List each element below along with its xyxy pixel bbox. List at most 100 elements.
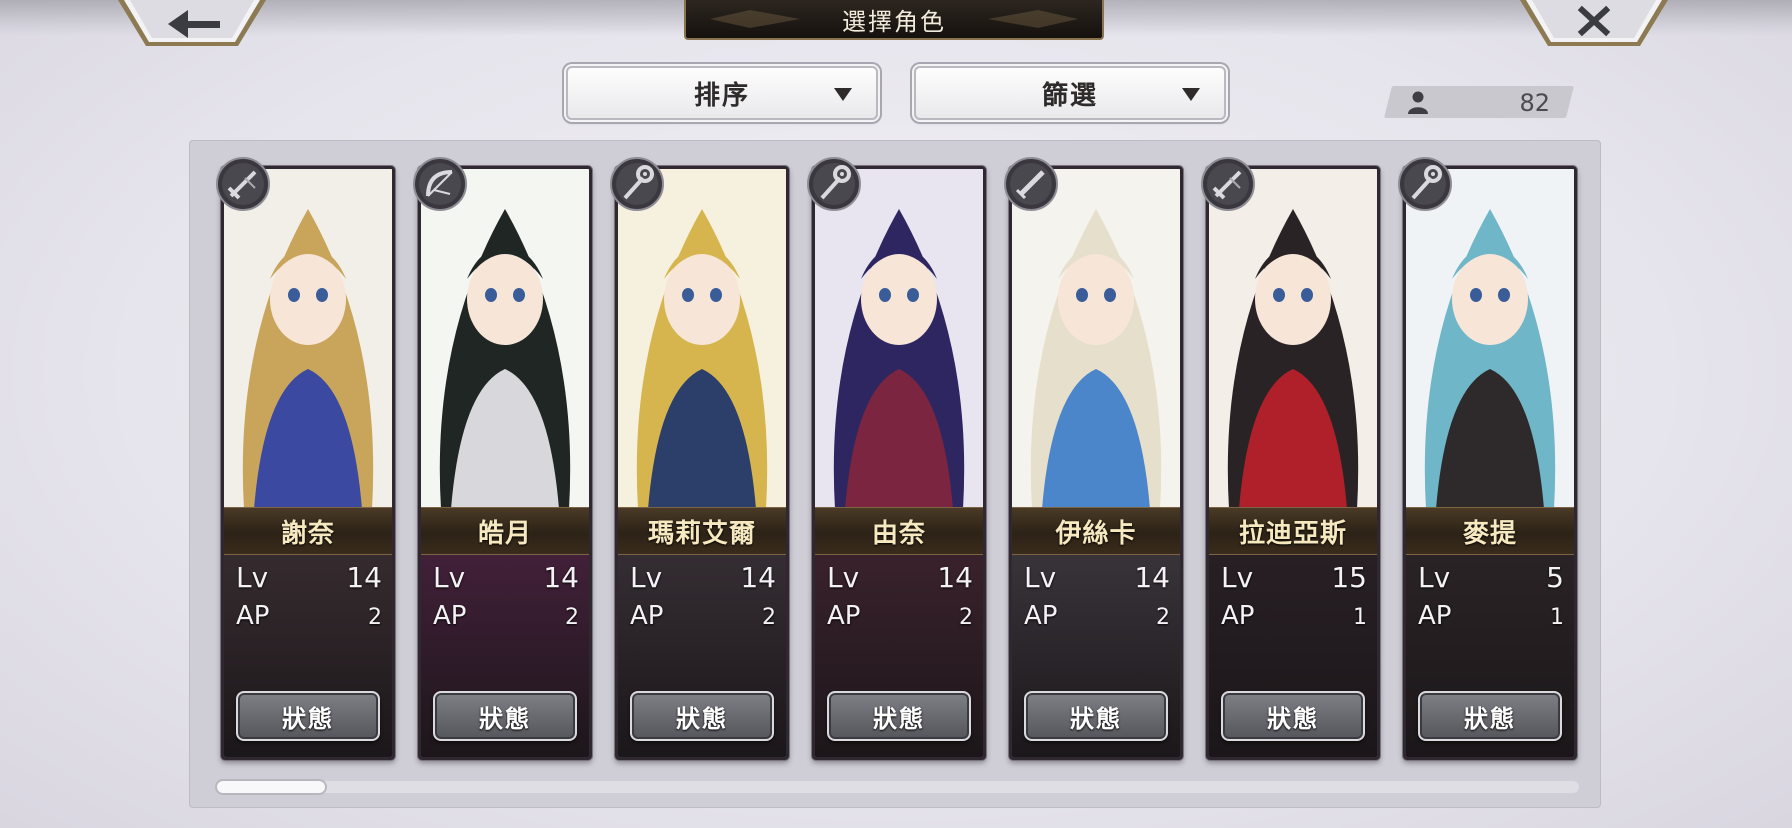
status-button-label: 狀態 [479,703,531,733]
ap-label: AP [630,601,664,631]
character-card[interactable]: 拉迪亞斯 Lv 15 AP 1 狀態 [1206,166,1380,760]
status-button[interactable]: 狀態 [1024,691,1168,741]
chevron-down-icon [834,88,852,101]
ap-label: AP [1024,601,1058,631]
level-row: Lv 15 [1221,561,1367,595]
ap-row: AP 1 [1418,601,1564,635]
status-button-label: 狀態 [282,703,334,733]
status-button[interactable]: 狀態 [433,691,577,741]
title-plate: 選擇角色 [684,0,1104,40]
sort-dropdown[interactable]: 排序 [566,66,878,120]
character-name-band: 謝奈 [224,507,392,555]
staff-icon [609,156,665,212]
character-name-band: 拉迪亞斯 [1209,507,1377,555]
character-card[interactable]: 皓月 Lv 14 AP 2 狀態 [418,166,592,760]
level-row: Lv 5 [1418,561,1564,595]
ap-row: AP 2 [236,601,382,635]
ap-row: AP 2 [630,601,776,635]
character-card[interactable]: 謝奈 Lv 14 AP 2 狀態 [221,166,395,760]
character-card[interactable]: 由奈 Lv 14 AP 2 狀態 [812,166,986,760]
character-card[interactable]: 瑪莉艾爾 Lv 14 AP 2 狀態 [615,166,789,760]
filter-label: 篩選 [1041,80,1098,111]
ap-value: 2 [565,605,579,630]
level-value: 14 [740,561,776,594]
status-button-label: 狀態 [1464,703,1516,733]
character-portrait [224,169,392,509]
character-portrait [618,169,786,509]
sword-icon [215,156,271,212]
status-button-label: 狀態 [1070,703,1122,733]
level-value: 14 [346,561,382,594]
status-button[interactable]: 狀態 [236,691,380,741]
level-label: Lv [1221,561,1254,594]
back-button[interactable] [116,0,268,50]
level-row: Lv 14 [433,561,579,595]
page-title: 選擇角色 [842,7,946,36]
level-value: 14 [937,561,973,594]
character-card[interactable]: 麥提 Lv 5 AP 1 狀態 [1403,166,1577,760]
character-card[interactable]: 伊絲卡 Lv 14 AP 2 狀態 [1009,166,1183,760]
character-portrait [1012,169,1180,509]
ap-row: AP 2 [433,601,579,635]
character-name: 皓月 [477,518,532,549]
person-icon [1408,91,1428,114]
ap-row: AP 2 [827,601,973,635]
character-name-band: 麥提 [1406,507,1574,555]
character-name: 伊絲卡 [1055,518,1137,549]
ap-value: 2 [1156,605,1170,630]
chevron-down-icon [1182,88,1200,101]
ap-value: 2 [762,605,776,630]
character-portrait [421,169,589,509]
scrollbar-thumb[interactable] [215,779,327,795]
level-row: Lv 14 [630,561,776,595]
character-portrait [1209,169,1377,509]
ap-label: AP [236,601,270,631]
scrollbar-track[interactable] [215,781,1579,793]
character-name-band: 伊絲卡 [1012,507,1180,555]
character-count-value: 82 [1519,89,1550,117]
character-portrait [815,169,983,509]
ap-value: 1 [1550,605,1564,630]
level-label: Lv [630,561,663,594]
level-label: Lv [1024,561,1057,594]
sort-label: 排序 [693,80,750,111]
level-label: Lv [236,561,269,594]
staff-icon [806,156,862,212]
status-button[interactable]: 狀態 [1221,691,1365,741]
dagger-icon [1003,156,1059,212]
ap-value: 2 [368,605,382,630]
character-portrait [1406,169,1574,509]
status-button[interactable]: 狀態 [630,691,774,741]
ap-value: 2 [959,605,973,630]
level-value: 5 [1546,561,1564,594]
ap-label: AP [1418,601,1452,631]
status-button[interactable]: 狀態 [1418,691,1562,741]
ornament-left-icon [710,10,800,28]
ap-value: 1 [1353,605,1367,630]
ap-row: AP 1 [1221,601,1367,635]
character-name-band: 瑪莉艾爾 [618,507,786,555]
level-value: 14 [1134,561,1170,594]
level-row: Lv 14 [1024,561,1170,595]
level-row: Lv 14 [827,561,973,595]
ap-label: AP [433,601,467,631]
character-name: 麥提 [1462,518,1517,549]
character-name: 拉迪亞斯 [1238,518,1347,549]
close-button[interactable] [1518,0,1670,50]
ap-label: AP [1221,601,1255,631]
status-button-label: 狀態 [873,703,925,733]
character-name: 瑪莉艾爾 [647,518,756,549]
ornament-right-icon [988,10,1078,28]
ap-row: AP 2 [1024,601,1170,635]
level-label: Lv [827,561,860,594]
ap-label: AP [827,601,861,631]
level-label: Lv [433,561,466,594]
filter-dropdown[interactable]: 篩選 [914,66,1226,120]
status-button[interactable]: 狀態 [827,691,971,741]
level-row: Lv 14 [236,561,382,595]
character-count: 82 [1388,86,1570,118]
level-value: 14 [543,561,579,594]
character-name-band: 由奈 [815,507,983,555]
staff-icon [1397,156,1453,212]
bow-icon [412,156,468,212]
